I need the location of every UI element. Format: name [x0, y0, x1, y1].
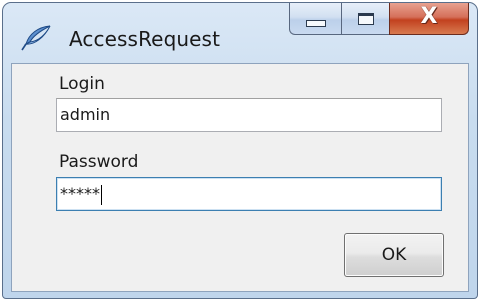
ok-button[interactable]: OK: [344, 233, 444, 277]
login-label: Login: [59, 74, 105, 94]
window-title: AccessRequest: [69, 27, 221, 51]
close-button[interactable]: X: [389, 3, 469, 35]
login-value: admin: [60, 105, 111, 124]
minimize-button[interactable]: [289, 3, 341, 35]
dialog-client-area: Login admin Password ***** OK: [11, 63, 469, 292]
password-label: Password: [59, 152, 139, 172]
text-caret: [101, 184, 102, 205]
password-input[interactable]: *****: [56, 177, 442, 211]
login-input[interactable]: admin: [56, 98, 442, 132]
maximize-button[interactable]: [341, 3, 389, 35]
close-icon: X: [420, 4, 438, 29]
title-bar[interactable]: AccessRequest X: [3, 3, 477, 63]
feather-icon: [20, 24, 52, 52]
minimize-icon: [305, 19, 326, 27]
access-request-window: AccessRequest X Login admin Password ***…: [2, 2, 478, 299]
maximize-icon: [357, 12, 374, 25]
password-value: *****: [60, 184, 100, 203]
caption-buttons: X: [289, 3, 469, 35]
